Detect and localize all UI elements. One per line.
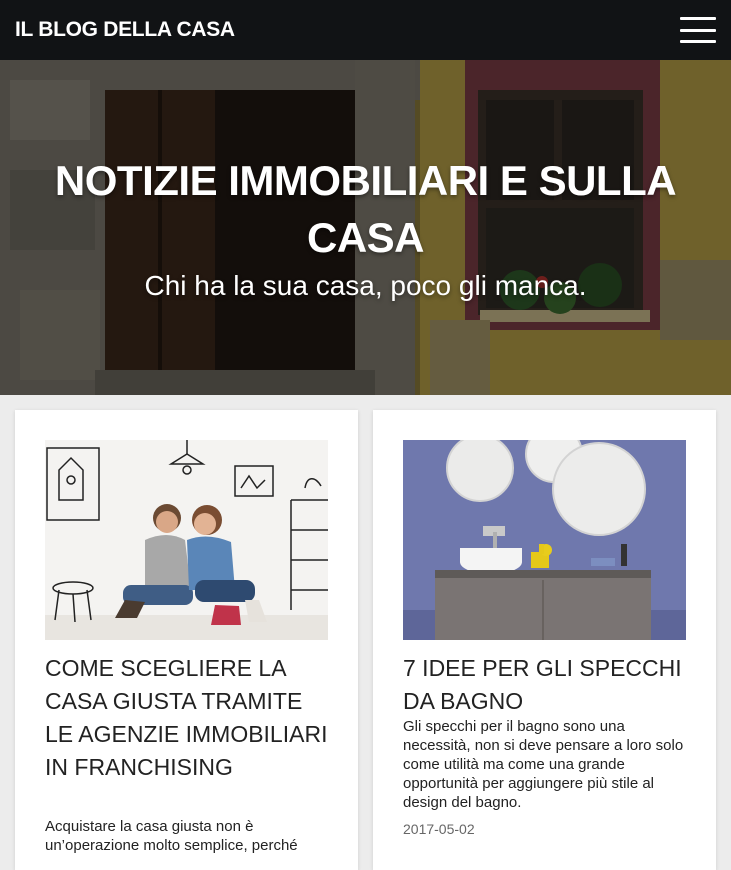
post-date: 2017-05-02 (403, 821, 475, 837)
hamburger-line (680, 40, 716, 43)
post-title-link[interactable]: 7 IDEE PER GLI SPECCHI DA BAGNO (403, 652, 686, 718)
post-excerpt: Acquistare la casa giusta non è un’opera… (45, 818, 298, 854)
post-title-link[interactable]: COME SCEGLIERE LA CASA GIUSTA TRAMITE LE… (45, 652, 328, 784)
post-card[interactable]: 7 IDEE PER GLI SPECCHI DA BAGNO Gli spec… (373, 410, 716, 870)
hamburger-line (680, 28, 716, 32)
hero-subtitle: Chi ha la sua casa, poco gli manca. (144, 270, 587, 301)
hero-text: NOTIZIE IMMOBILIARI E SULLA CASA Chi ha … (0, 60, 731, 395)
hero-banner: NOTIZIE IMMOBILIARI E SULLA CASA Chi ha … (0, 60, 731, 395)
site-brand-link[interactable]: IL BLOG DELLA CASA (15, 18, 235, 42)
post-card[interactable]: COME SCEGLIERE LA CASA GIUSTA TRAMITE LE… (15, 410, 358, 870)
post-thumbnail[interactable] (403, 440, 686, 640)
hero-title: NOTIZIE IMMOBILIARI E SULLA CASA (54, 157, 677, 261)
post-thumbnail[interactable] (45, 440, 328, 640)
post-excerpt: Gli specchi per il bagno sono una necess… (403, 718, 684, 811)
top-navbar: IL BLOG DELLA CASA (0, 0, 731, 60)
couple-sketch-image (45, 440, 328, 640)
hamburger-icon[interactable] (680, 17, 716, 43)
hamburger-line (680, 17, 716, 20)
bathroom-mirrors-image (403, 440, 686, 640)
